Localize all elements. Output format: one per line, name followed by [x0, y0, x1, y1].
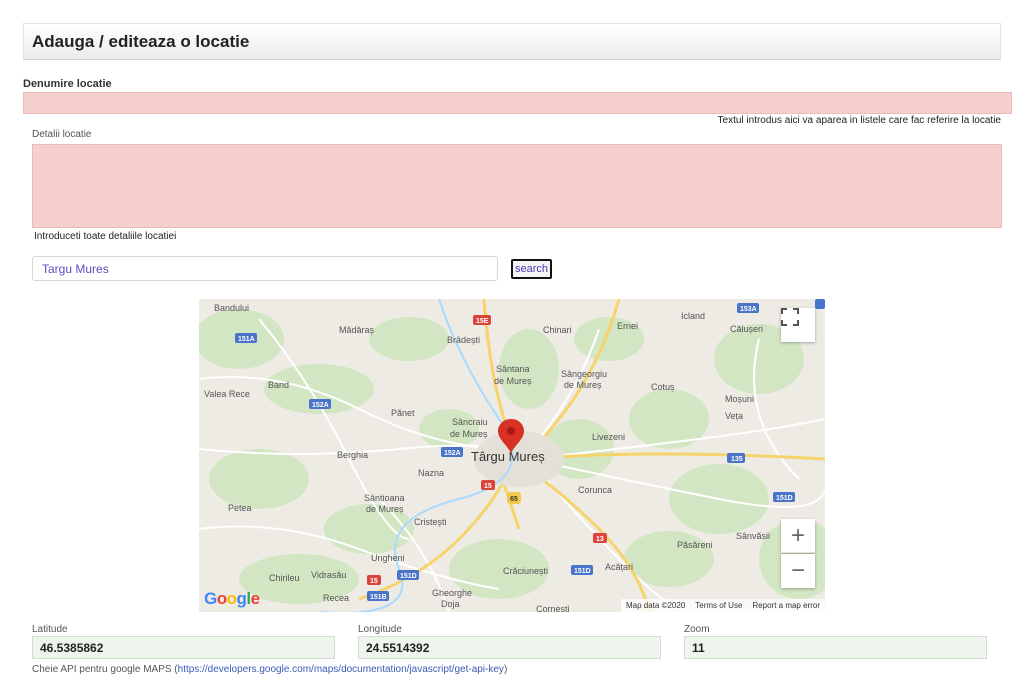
svg-text:Icland: Icland: [681, 311, 705, 321]
longitude-label: Longitude: [358, 624, 402, 635]
map-search-input[interactable]: Targu Mures: [32, 256, 498, 281]
terms-of-use-link[interactable]: Terms of Use: [695, 601, 742, 610]
svg-text:Chirileu: Chirileu: [269, 573, 300, 583]
map-canvas[interactable]: 151A 15E 153A 152A 152A 135 15 65 151D 1…: [199, 299, 825, 612]
svg-text:Cotuș: Cotuș: [651, 382, 675, 392]
svg-text:Păsăreni: Păsăreni: [677, 540, 713, 550]
location-name-input[interactable]: [23, 92, 1012, 114]
svg-text:15: 15: [370, 578, 378, 585]
svg-text:Ernei: Ernei: [617, 321, 638, 331]
svg-text:Moșuni: Moșuni: [725, 394, 754, 404]
svg-text:151D: 151D: [400, 573, 417, 580]
svg-text:Sânvăsii: Sânvăsii: [736, 531, 770, 541]
svg-text:151D: 151D: [776, 495, 793, 502]
svg-text:15E: 15E: [476, 318, 489, 325]
svg-text:Livezeni: Livezeni: [592, 432, 625, 442]
svg-text:Cristești: Cristești: [414, 517, 447, 527]
api-key-close: ): [503, 664, 508, 675]
svg-text:Corunca: Corunca: [578, 485, 612, 495]
svg-text:151A: 151A: [238, 336, 255, 343]
svg-text:152A: 152A: [312, 402, 329, 409]
google-logo: Google: [204, 589, 260, 608]
fullscreen-icon: [781, 308, 799, 326]
search-button[interactable]: search: [511, 259, 552, 279]
svg-text:Vidrasău: Vidrasău: [311, 570, 346, 580]
latitude-input[interactable]: 46.5385862: [32, 636, 335, 659]
zoom-out-button[interactable]: −: [781, 554, 815, 588]
api-key-note: Cheie API pentru google MAPS (https://de…: [32, 664, 507, 675]
api-key-link[interactable]: https://developers.google.com/maps/docum…: [178, 664, 504, 675]
details-hint: Introduceti toate detaliile locatiei: [34, 231, 177, 242]
svg-text:Crăciunești: Crăciunești: [503, 566, 548, 576]
report-map-error-link[interactable]: Report a map error: [752, 601, 820, 610]
svg-text:de Mureș: de Mureș: [564, 380, 602, 390]
svg-text:Berghia: Berghia: [337, 450, 368, 460]
longitude-input[interactable]: 24.5514392: [358, 636, 661, 659]
api-key-text: Cheie API pentru google MAPS (: [32, 664, 178, 675]
svg-text:13: 13: [596, 536, 604, 543]
zoom-input[interactable]: 11: [684, 636, 987, 659]
svg-text:Doja: Doja: [441, 599, 460, 609]
svg-text:Gheorghe: Gheorghe: [432, 588, 472, 598]
svg-text:Mădăraș: Mădăraș: [339, 325, 375, 335]
svg-text:135: 135: [731, 456, 743, 463]
svg-text:Sântioana: Sântioana: [364, 493, 405, 503]
svg-text:de Mureș: de Mureș: [494, 376, 532, 386]
svg-text:Petea: Petea: [228, 503, 252, 513]
svg-text:Valea Rece: Valea Rece: [204, 389, 250, 399]
location-details-textarea[interactable]: [32, 144, 1002, 228]
svg-text:15: 15: [484, 483, 492, 490]
page-title: Adauga / editeaza o locatie: [32, 32, 250, 51]
svg-text:151B: 151B: [370, 594, 387, 601]
fullscreen-button[interactable]: [781, 308, 815, 342]
map-footer: Map data ©2020 Terms of Use Report a map…: [621, 599, 825, 612]
panel-header: Adauga / editeaza o locatie: [23, 23, 1001, 60]
name-hint: Textul introdus aici va aparea in listel…: [717, 115, 1001, 126]
svg-text:Ungheni: Ungheni: [371, 553, 405, 563]
zoom-in-button[interactable]: +: [781, 519, 815, 553]
details-label: Detalii locatie: [32, 129, 92, 140]
map-data-attribution: Map data ©2020: [626, 601, 686, 610]
svg-text:Cornești: Cornești: [536, 604, 570, 612]
svg-text:153A: 153A: [740, 306, 757, 313]
svg-text:Band: Band: [268, 380, 289, 390]
svg-text:65: 65: [510, 496, 518, 503]
svg-text:Pănet: Pănet: [391, 408, 415, 418]
map-view[interactable]: 151A 15E 153A 152A 152A 135 15 65 151D 1…: [199, 299, 825, 612]
svg-text:de Mureș: de Mureș: [366, 504, 404, 514]
svg-text:Acățari: Acățari: [605, 562, 633, 572]
svg-text:Brâdești: Brâdești: [447, 335, 480, 345]
latitude-label: Latitude: [32, 624, 68, 635]
svg-text:152A: 152A: [444, 450, 461, 457]
svg-text:Nazna: Nazna: [418, 468, 444, 478]
svg-text:Sângeorgiu: Sângeorgiu: [561, 369, 607, 379]
svg-text:de Mureș: de Mureș: [450, 429, 488, 439]
svg-text:Recea: Recea: [323, 593, 349, 603]
svg-text:Călușeri: Călușeri: [730, 324, 763, 334]
svg-text:Sântana: Sântana: [496, 364, 530, 374]
zoom-label: Zoom: [684, 624, 710, 635]
svg-text:Veța: Veța: [725, 411, 743, 421]
svg-text:Bandului: Bandului: [214, 303, 249, 313]
svg-text:151D: 151D: [574, 568, 591, 575]
city-label: Târgu Mureș: [471, 449, 545, 464]
svg-text:Chinari: Chinari: [543, 325, 572, 335]
name-label: Denumire locatie: [23, 78, 112, 90]
svg-text:Sâncraiu: Sâncraiu: [452, 417, 488, 427]
